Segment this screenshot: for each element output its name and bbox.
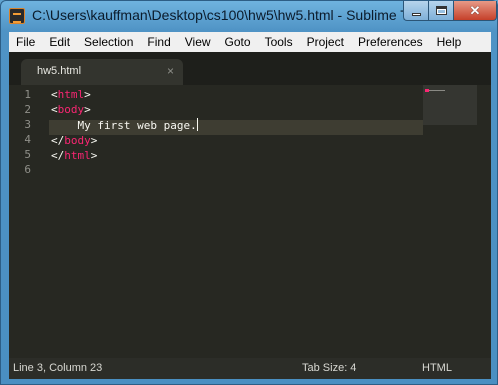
tab-close-icon[interactable]: ×: [167, 64, 174, 78]
tab-label: hw5.html: [37, 65, 82, 77]
status-bar: Line 3, Column 23 Tab Size: 4 HTML: [9, 358, 491, 379]
line-number: 6: [24, 163, 31, 176]
menu-bar: File Edit Selection Find View Goto Tools…: [9, 32, 491, 52]
menu-help[interactable]: Help: [430, 32, 469, 52]
line-number-gutter: 1 2 3 4 5 6: [9, 85, 49, 358]
line-number: 2: [24, 103, 31, 116]
menu-tools[interactable]: Tools: [258, 32, 300, 52]
menu-goto[interactable]: Goto: [218, 32, 258, 52]
code-punct: </: [51, 134, 65, 147]
tab-bar: hw5.html ×: [9, 52, 491, 85]
minimap[interactable]: [423, 85, 477, 125]
line-number: 5: [24, 148, 31, 161]
code-line[interactable]: My first web page.: [51, 118, 198, 133]
app-window: C:\Users\kauffman\Desktop\cs100\hw5\hw5.…: [0, 0, 498, 385]
code-punct: >: [90, 134, 98, 147]
maximize-icon: [436, 6, 447, 15]
sublime-text-icon: [9, 8, 25, 24]
code-line[interactable]: <body>: [51, 102, 91, 117]
title-bar[interactable]: C:\Users\kauffman\Desktop\cs100\hw5\hw5.…: [1, 1, 497, 32]
menu-selection[interactable]: Selection: [77, 32, 140, 52]
close-button[interactable]: ✕: [453, 1, 497, 21]
code-text: My first web page.: [77, 119, 197, 132]
menu-project[interactable]: Project: [300, 32, 351, 52]
minimize-button[interactable]: [403, 1, 429, 21]
menu-find[interactable]: Find: [140, 32, 177, 52]
line-number: 4: [24, 133, 31, 146]
code-punct: </: [51, 149, 65, 162]
menu-view[interactable]: View: [178, 32, 218, 52]
editor-area: hw5.html × 1 2 3 4 5 6 <html> <body> My …: [9, 52, 491, 358]
menu-edit[interactable]: Edit: [42, 32, 77, 52]
tab-hw5-html[interactable]: hw5.html ×: [21, 59, 183, 85]
code-tag: html: [57, 88, 85, 101]
code-tag: body: [57, 103, 85, 116]
code-tag: body: [64, 134, 91, 147]
code-punct: <: [51, 88, 58, 101]
code-punct: >: [84, 103, 91, 116]
code-tag: html: [64, 149, 91, 162]
syntax-indicator[interactable]: HTML: [422, 362, 452, 374]
code-line[interactable]: </body>: [51, 133, 97, 148]
code-punct: <: [51, 103, 58, 116]
close-icon: ✕: [469, 3, 481, 18]
window-title: C:\Users\kauffman\Desktop\cs100\hw5\hw5.…: [32, 7, 432, 23]
cursor-position: Line 3, Column 23: [13, 362, 103, 374]
line-number: 1: [24, 88, 31, 101]
menu-file[interactable]: File: [9, 32, 42, 52]
code-line[interactable]: </html>: [51, 148, 97, 163]
code-line[interactable]: <html>: [51, 87, 91, 102]
minimize-icon: [412, 13, 421, 16]
text-cursor: [196, 118, 198, 131]
vertical-scrollbar[interactable]: [477, 85, 491, 358]
code-punct: >: [84, 88, 91, 101]
minimap-text-preview: [429, 90, 445, 91]
code-punct: >: [90, 149, 98, 162]
maximize-button[interactable]: [428, 1, 454, 21]
menu-preferences[interactable]: Preferences: [351, 32, 430, 52]
tab-size-indicator[interactable]: Tab Size: 4: [302, 362, 356, 374]
line-number: 3: [24, 118, 31, 131]
